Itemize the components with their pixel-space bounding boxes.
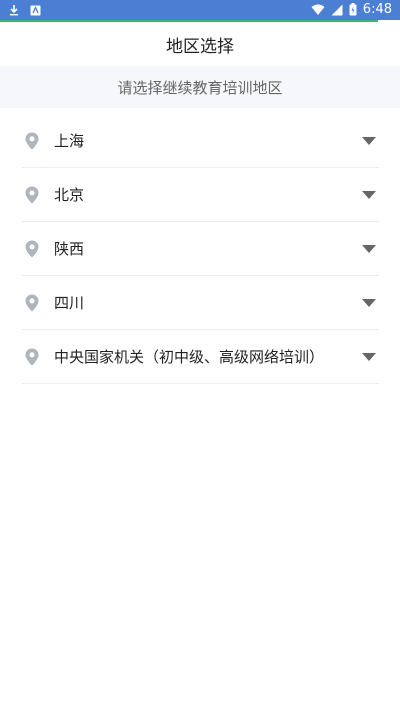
region-item-shaanxi[interactable]: 陕西 bbox=[22, 222, 379, 276]
app-notification-icon bbox=[30, 1, 41, 20]
chevron-down-icon[interactable] bbox=[361, 133, 377, 149]
status-bar: 6:48 bbox=[0, 0, 400, 20]
subtitle-band: 请选择继续教育培训地区 bbox=[0, 66, 400, 108]
location-pin-icon bbox=[22, 185, 42, 205]
status-left bbox=[8, 1, 41, 20]
subtitle-text: 请选择继续教育培训地区 bbox=[117, 78, 283, 97]
region-label: 四川 bbox=[54, 294, 85, 312]
location-pin-icon bbox=[22, 239, 42, 259]
region-label: 北京 bbox=[54, 186, 85, 204]
region-item-sichuan[interactable]: 四川 bbox=[22, 276, 379, 330]
region-label: 陕西 bbox=[54, 240, 85, 258]
location-pin-icon bbox=[22, 347, 42, 367]
region-list: 上海 北京 陕西 四川 中央国家机关（初中级、高级网络培训） bbox=[22, 114, 379, 384]
screen: 6:48 地区选择 请选择继续教育培训地区 上海 北京 陕西 四川 中央国家机关… bbox=[0, 0, 400, 711]
title-bar: 地区选择 bbox=[0, 22, 400, 66]
chevron-down-icon[interactable] bbox=[361, 187, 377, 203]
location-pin-icon bbox=[22, 293, 42, 313]
chevron-down-icon[interactable] bbox=[361, 349, 377, 365]
chevron-down-icon[interactable] bbox=[361, 295, 377, 311]
region-item-central-government[interactable]: 中央国家机关（初中级、高级网络培训） bbox=[22, 330, 379, 384]
cell-signal-icon bbox=[331, 1, 343, 20]
location-pin-icon bbox=[22, 131, 42, 151]
status-time: 6:48 bbox=[362, 2, 392, 17]
region-item-shanghai[interactable]: 上海 bbox=[22, 114, 379, 168]
region-label: 中央国家机关（初中级、高级网络培训） bbox=[54, 348, 325, 366]
wifi-icon bbox=[311, 1, 325, 20]
battery-icon bbox=[349, 1, 357, 20]
download-icon bbox=[8, 1, 20, 20]
region-label: 上海 bbox=[54, 132, 85, 150]
region-item-beijing[interactable]: 北京 bbox=[22, 168, 379, 222]
page-title: 地区选择 bbox=[166, 36, 234, 57]
status-right: 6:48 bbox=[311, 0, 392, 20]
chevron-down-icon[interactable] bbox=[361, 241, 377, 257]
